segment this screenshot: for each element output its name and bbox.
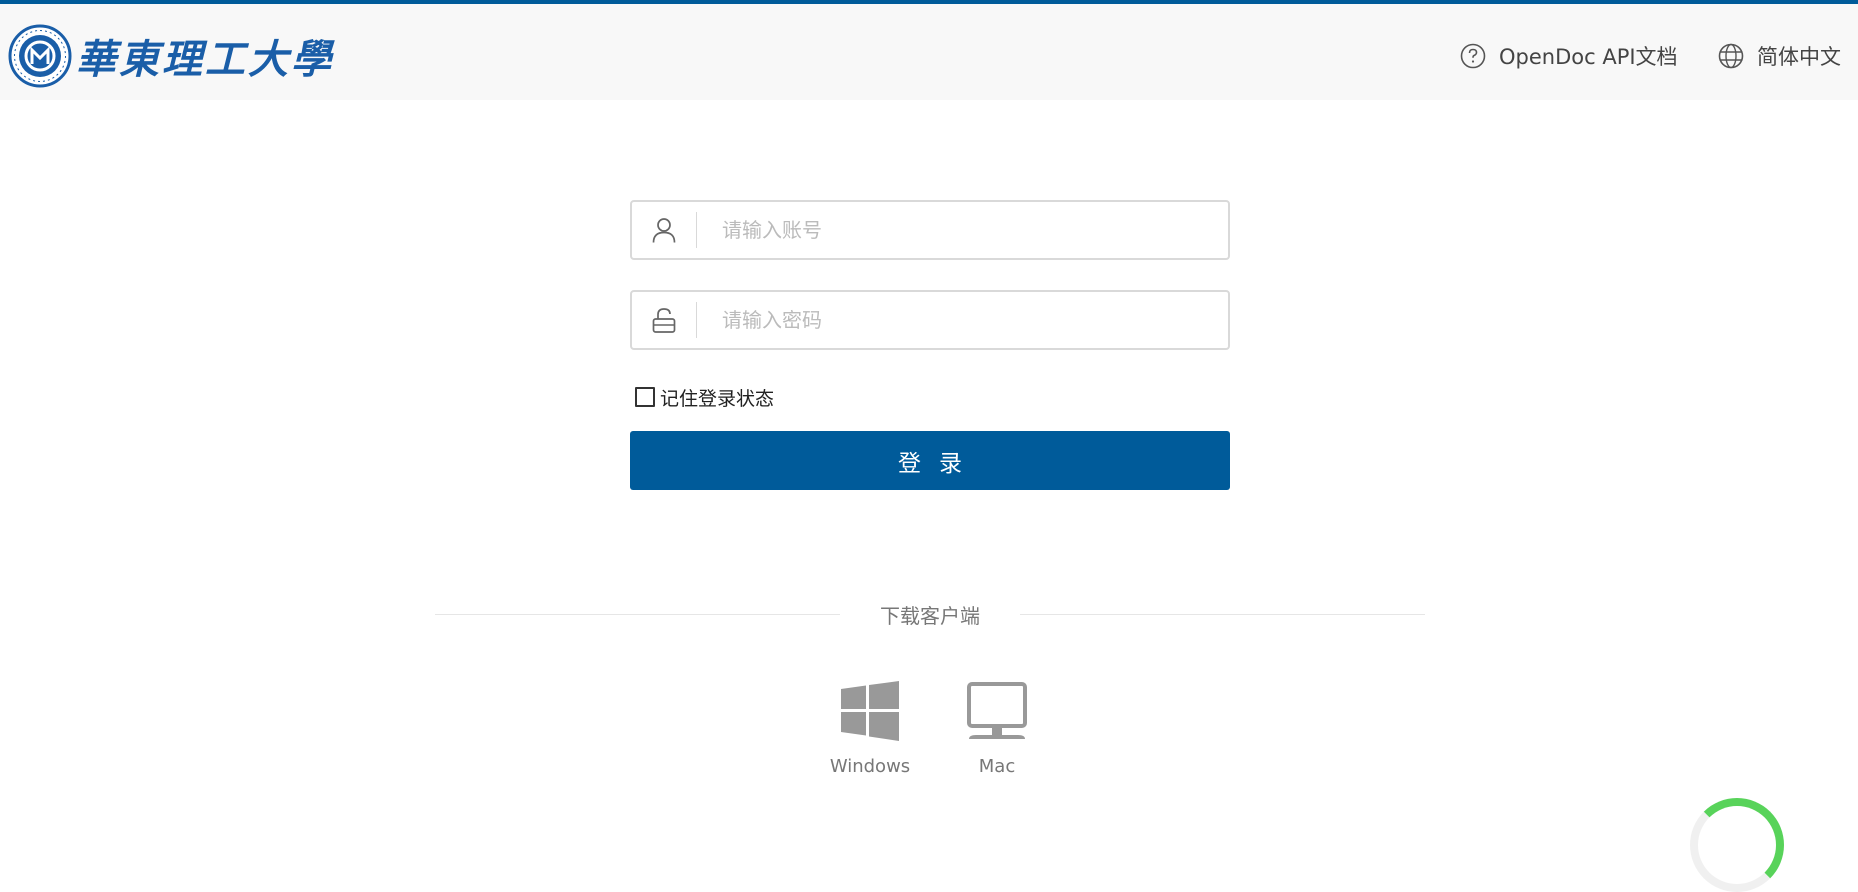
account-field-wrapper xyxy=(630,200,1230,260)
globe-icon xyxy=(1718,43,1744,69)
account-input[interactable] xyxy=(697,204,1228,256)
divider-left xyxy=(435,614,840,615)
header: 華東理工大學 OpenDoc API文档 简体中文 xyxy=(0,4,1858,100)
password-field-wrapper xyxy=(630,290,1230,350)
password-input[interactable] xyxy=(697,294,1228,346)
remember-checkbox[interactable] xyxy=(635,387,655,407)
divider-right xyxy=(1020,614,1425,615)
floating-progress-widget[interactable] xyxy=(1690,798,1784,892)
remember-login-option[interactable]: 记住登录状态 xyxy=(635,382,774,412)
download-mac-client[interactable]: Mac xyxy=(947,680,1047,777)
language-label: 简体中文 xyxy=(1757,45,1841,69)
download-windows-client[interactable]: Windows xyxy=(820,680,920,777)
monitor-icon xyxy=(967,682,1027,739)
language-selector[interactable]: 简体中文 xyxy=(1717,38,1841,74)
lock-icon xyxy=(652,308,676,333)
opendoc-api-label: OpenDoc API文档 xyxy=(1499,45,1678,69)
download-title: 下载客户端 xyxy=(880,604,980,628)
mac-label: Mac xyxy=(978,756,1016,777)
windows-icon xyxy=(841,681,899,741)
university-seal-icon xyxy=(8,24,72,88)
opendoc-api-link[interactable]: OpenDoc API文档 xyxy=(1459,38,1678,74)
user-icon-wrapper xyxy=(632,202,696,258)
windows-label: Windows xyxy=(829,756,911,777)
university-logo[interactable]: 華東理工大學 xyxy=(8,24,334,88)
help-circle-icon xyxy=(1460,43,1486,69)
user-icon xyxy=(652,218,676,243)
login-button[interactable]: 登录 xyxy=(630,431,1230,490)
university-name: 華東理工大學 xyxy=(76,36,334,83)
remember-label: 记住登录状态 xyxy=(660,387,775,410)
lock-icon-wrapper xyxy=(632,292,696,348)
